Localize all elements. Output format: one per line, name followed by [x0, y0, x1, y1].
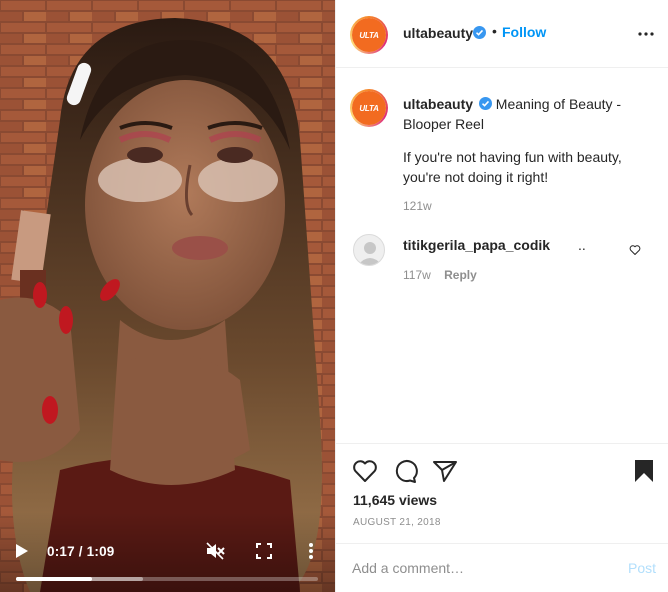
commenter-avatar[interactable] [353, 234, 385, 266]
video-player[interactable]: 0:17 / 1:09 [0, 0, 335, 592]
caption-avatar[interactable]: ULTA [350, 89, 388, 127]
post-date[interactable]: AUGUST 21, 2018 [353, 517, 441, 528]
share-paper-plane-icon[interactable] [432, 458, 458, 484]
verified-badge-icon [473, 26, 486, 39]
video-played-fill [16, 577, 92, 581]
add-comment-bar: Post [336, 543, 668, 592]
caption-username[interactable]: ultabeauty [403, 96, 473, 112]
commenter-username[interactable]: titikgerila_papa_codik [403, 237, 550, 253]
header-username[interactable]: ultabeauty [403, 25, 473, 41]
video-progress-bar[interactable] [16, 577, 318, 581]
caption-avatar-logo-text: ULTA [359, 103, 379, 113]
video-controls: 0:17 / 1:09 [0, 512, 335, 592]
caption-body: If you're not having fun with beauty, yo… [403, 149, 622, 185]
comment-meta: 117w Reply [403, 268, 477, 282]
more-vertical-icon[interactable] [303, 541, 319, 561]
comment-input[interactable] [352, 558, 602, 578]
video-frame [0, 0, 335, 592]
avatar[interactable]: ULTA [350, 16, 388, 54]
header-separator: • [492, 23, 497, 39]
video-time: 0:17 / 1:09 [47, 544, 115, 559]
caption-timestamp[interactable]: 121w [403, 199, 432, 213]
views-count[interactable]: 11,645 views [353, 492, 437, 508]
caption-verified-badge-icon [478, 97, 492, 110]
play-icon[interactable] [14, 542, 30, 560]
comment-timestamp[interactable]: 117w [403, 268, 431, 282]
post-comment-button[interactable]: Post [628, 560, 656, 576]
post-details-panel: ULTA ultabeauty • Follow ULTA ultabeauty… [335, 0, 668, 592]
post-header: ULTA ultabeauty • Follow [336, 0, 668, 68]
post-actions: 11,645 views AUGUST 21, 2018 [336, 443, 668, 543]
save-bookmark-icon[interactable] [631, 458, 657, 484]
avatar-logo-text: ULTA [359, 30, 379, 40]
caption-title-line: ultabeauty Meaning of Beauty - Blooper R… [403, 94, 653, 134]
follow-button[interactable]: Follow [502, 24, 546, 40]
more-options-icon[interactable] [637, 26, 655, 42]
default-user-icon [358, 242, 382, 265]
comment-bubble-icon[interactable] [392, 458, 418, 484]
muted-speaker-icon[interactable] [205, 541, 225, 561]
comment-text: .. [578, 237, 586, 253]
reply-button[interactable]: Reply [444, 268, 477, 282]
fullscreen-icon[interactable] [255, 542, 273, 560]
like-heart-icon[interactable] [352, 458, 378, 484]
like-comment-heart-icon[interactable] [629, 244, 641, 256]
comments-section: ULTA ultabeauty Meaning of Beauty - Bloo… [336, 69, 668, 443]
